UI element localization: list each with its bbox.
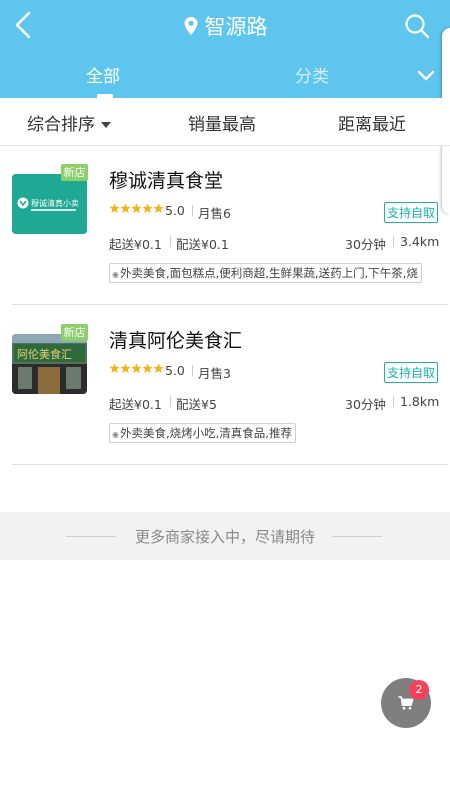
divider bbox=[192, 205, 193, 216]
tab-category[interactable]: 分类 bbox=[295, 62, 329, 87]
store-tags-text: 外卖美食,烧烤小吃,清真食品,推荐 bbox=[119, 426, 292, 440]
star-icon bbox=[120, 363, 131, 373]
chevron-down-icon[interactable] bbox=[414, 64, 438, 88]
store-logo-image: 穆诚清真小卖 bbox=[12, 174, 87, 234]
star-icon bbox=[153, 363, 164, 373]
star-icon bbox=[142, 203, 153, 213]
pickup-badge: 支持自取 bbox=[383, 362, 438, 383]
header: 智源路 全部 分类 bbox=[0, 0, 450, 98]
store-thumbnail: 阿伦美食汇 bbox=[12, 334, 87, 394]
more-merchants-banner: 更多商家接入中，尽请期待 bbox=[0, 512, 450, 560]
store-tags: ◉外卖美食,烧烤小吃,清真食品,推荐 bbox=[109, 423, 296, 443]
star-icon bbox=[131, 363, 142, 373]
monthly-sales: 月售6 bbox=[198, 206, 231, 221]
sort-bar: 综合排序 销量最高 距离最近 bbox=[0, 98, 450, 146]
rating-stars bbox=[109, 203, 164, 214]
tag-icon: ◉ bbox=[112, 430, 119, 439]
sort-default-label: 综合排序 bbox=[27, 115, 95, 135]
distance: 1.8km bbox=[400, 394, 440, 409]
cart-count-badge: 2 bbox=[409, 680, 429, 700]
caret-down-icon bbox=[101, 122, 111, 128]
location-selector[interactable]: 智源路 bbox=[0, 8, 450, 44]
rating-score: 5.0 bbox=[165, 203, 185, 218]
store-name: 穆诚清真食堂 bbox=[109, 170, 224, 192]
sort-sales[interactable]: 销量最高 bbox=[188, 110, 256, 135]
divider bbox=[170, 396, 171, 407]
search-button[interactable] bbox=[400, 8, 434, 44]
store-logo-text: 穆诚清真小卖 bbox=[31, 198, 79, 208]
store-tags: ◉外卖美食,面包糕点,便利商超,生鲜果蔬,送药上门,下午茶,烧 bbox=[109, 263, 422, 283]
more-merchants-text: 更多商家接入中，尽请期待 bbox=[134, 528, 315, 546]
tag-icon: ◉ bbox=[112, 270, 119, 279]
star-icon bbox=[120, 203, 131, 213]
divider bbox=[170, 236, 171, 247]
delivery-time: 30分钟 bbox=[345, 397, 386, 412]
storefront-photo: 阿伦美食汇 bbox=[12, 334, 87, 394]
divider-line bbox=[332, 536, 382, 537]
store-thumbnail: 穆诚清真小卖 bbox=[12, 174, 87, 234]
new-store-badge: 新店 bbox=[61, 164, 88, 181]
star-icon bbox=[109, 363, 120, 373]
category-tabs: 全部 分类 bbox=[0, 54, 450, 98]
delivery-time: 30分钟 bbox=[345, 237, 386, 252]
divider bbox=[192, 365, 193, 376]
location-label: 智源路 bbox=[204, 15, 268, 39]
search-icon bbox=[405, 14, 430, 39]
location-pin-icon bbox=[184, 17, 197, 35]
pickup-badge: 支持自取 bbox=[383, 202, 438, 223]
storefront-sign-text: 阿伦美食汇 bbox=[17, 347, 72, 361]
star-icon bbox=[109, 203, 120, 213]
rating-stars bbox=[109, 363, 164, 374]
rating-score: 5.0 bbox=[165, 363, 185, 378]
store-tags-text: 外卖美食,面包糕点,便利商超,生鲜果蔬,送药上门,下午茶,烧 bbox=[119, 266, 418, 280]
store-item[interactable]: 阿伦美食汇 新店 清真阿伦美食汇 5.0 月售3 支持自取 起送¥0.1 配送¥… bbox=[12, 306, 448, 465]
min-order: 起送¥0.1 bbox=[109, 237, 162, 252]
distance: 3.4km bbox=[400, 234, 440, 249]
star-icon bbox=[131, 203, 142, 213]
star-icon bbox=[153, 203, 164, 213]
sort-distance[interactable]: 距离最近 bbox=[338, 110, 406, 135]
divider bbox=[393, 396, 394, 407]
monthly-sales: 月售3 bbox=[198, 366, 231, 381]
new-store-badge: 新店 bbox=[61, 324, 88, 341]
min-order: 起送¥0.1 bbox=[109, 397, 162, 412]
star-icon bbox=[142, 363, 153, 373]
delivery-fee: 配送¥0.1 bbox=[176, 237, 229, 252]
sort-default[interactable]: 综合排序 bbox=[27, 110, 111, 135]
tab-all[interactable]: 全部 bbox=[86, 62, 120, 87]
divider bbox=[393, 236, 394, 247]
delivery-fee: 配送¥5 bbox=[176, 397, 217, 412]
store-name: 清真阿伦美食汇 bbox=[109, 330, 243, 352]
store-item[interactable]: 穆诚清真小卖 新店 穆诚清真食堂 5.0 月售6 支持自取 起送¥0.1 配送¥… bbox=[12, 146, 448, 305]
